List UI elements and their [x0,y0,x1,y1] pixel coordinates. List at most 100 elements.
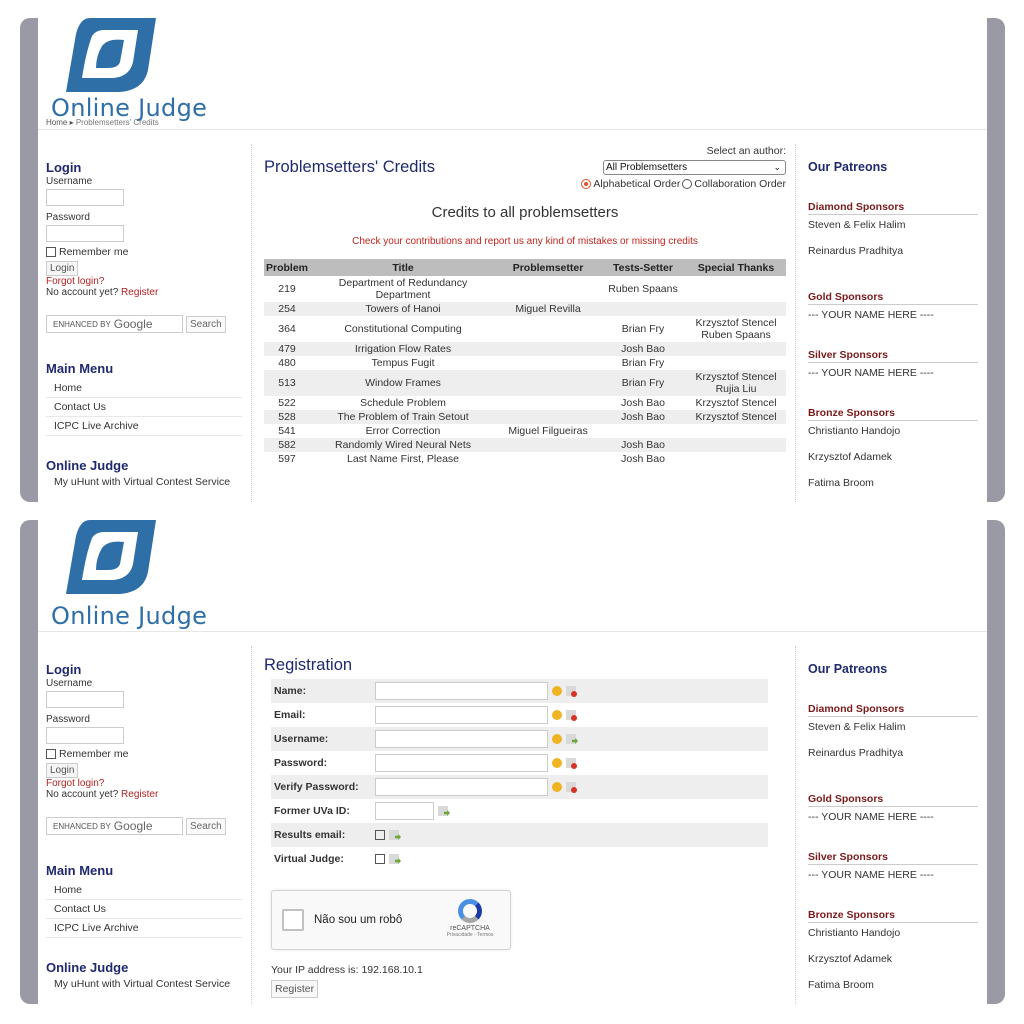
menu-item-uhunt[interactable]: My uHunt with Virtual Contest Service [46,473,242,491]
cell-problem: 513 [264,370,311,396]
status-ok-icon [566,734,576,744]
forgot-login-link[interactable]: Forgot login? [46,276,242,287]
field-label: Results email: [274,829,346,841]
google-search-input[interactable]: ENHANCED BY Google [46,817,183,835]
form-row: Name: [271,679,768,703]
help-icon[interactable] [552,782,562,792]
status-error-icon [566,710,577,721]
field-input[interactable] [375,730,548,748]
menu-item-icpc-live-archive[interactable]: ICPC Live Archive [46,417,242,436]
menu-item-icpc-live-archive[interactable]: ICPC Live Archive [46,919,242,938]
cell-title[interactable]: The Problem of Train Setout [310,410,497,424]
register-link[interactable]: Register [121,287,158,298]
google-search: ENHANCED BY Google Search [46,817,242,835]
field-input[interactable] [375,802,434,820]
gold-sponsors-heading: Gold Sponsors [808,291,978,305]
forgot-login-link[interactable]: Forgot login? [46,778,242,789]
field-checkbox[interactable] [375,830,385,840]
username-input[interactable] [46,691,124,708]
cell-problemsetter [496,452,600,466]
left-sidebar: Login Username Password Remember me Logi… [46,662,242,993]
search-button[interactable]: Search [186,315,226,333]
main-menu: Home Contact Us ICPC Live Archive [46,881,242,938]
username-input[interactable] [46,189,124,206]
cell-tests-setter: Josh Bao [600,438,687,452]
help-icon[interactable] [552,758,562,768]
gold-sponsors-heading: Gold Sponsors [808,793,978,807]
cell-title[interactable]: Department of Redundancy Department [310,276,496,302]
cell-problem: 364 [278,323,296,335]
cell-title[interactable]: Towers of Hanoi [310,302,497,316]
cell-title[interactable]: Schedule Problem [310,396,496,410]
alphabetical-order-label: Alphabetical Order [593,178,681,190]
no-account-text: No account yet? Register [46,287,242,298]
password-input[interactable] [46,727,124,744]
cell-title[interactable]: Last Name First, Please [310,452,496,466]
recaptcha-label: Não sou um robô [314,914,403,926]
search-button[interactable]: Search [186,817,226,835]
recaptcha-widget: Não sou um robô reCAPTCHA Privacidade - … [271,890,511,950]
table-row: 479 Irrigation Flow Rates Josh Bao [264,342,786,356]
author-select-label: Select an author: [706,145,786,157]
ip-address-text: Your IP address is: 192.168.10.1 [271,964,423,976]
login-button[interactable]: Login [46,763,79,778]
menu-item-contact-us[interactable]: Contact Us [46,398,242,417]
menu-item-uhunt[interactable]: My uHunt with Virtual Contest Service [46,975,242,993]
alphabetical-order-radio[interactable] [581,179,592,189]
credits-screen: Online Judge Home ▸ Problemsetters' Cred… [20,18,1005,502]
recaptcha-terms[interactable]: Privacidade - Termos [440,932,500,938]
google-search-input[interactable]: ENHANCED BY Google [46,315,183,333]
sponsor-name: --- YOUR NAME HERE ---- [808,869,934,881]
author-select[interactable]: All Problemsetters ⌄ [603,160,786,175]
cell-title[interactable]: Window Frames [310,370,497,396]
register-button[interactable]: Register [271,980,319,998]
cell-special-thanks: Krzysztof Stencel Ruben Spaans [695,317,777,341]
sponsor-name: Krzysztof Adamek [808,451,893,463]
collaboration-order-radio[interactable] [682,179,693,189]
password-input[interactable] [46,225,124,242]
breadcrumb-home[interactable]: Home [46,118,67,127]
field-input[interactable] [375,754,548,772]
cell-title[interactable]: Constitutional Computing [310,316,496,342]
remember-me[interactable]: Remember me [46,748,242,760]
cell-title[interactable]: Error Correction [310,424,496,438]
left-sidebar: Login Username Password Remember me Logi… [46,160,242,491]
recaptcha-checkbox[interactable] [282,909,304,931]
field-input[interactable] [375,778,548,796]
remember-checkbox[interactable] [46,749,56,759]
sponsor-name: --- YOUR NAME HERE ---- [808,367,934,379]
help-icon[interactable] [552,734,562,744]
field-input[interactable] [375,682,548,700]
table-row: 480 Tempus Fugit Brian Fry [264,356,786,370]
field-label: Email: [274,709,306,721]
divider-right [795,144,796,502]
registration-form: Name: Email: Username: Password: Verify Pass… [271,679,768,871]
login-button[interactable]: Login [46,261,79,276]
sponsor-name: Steven & Felix Halim [808,721,906,733]
help-icon[interactable] [552,686,562,696]
sponsor-name: Fatima Broom [808,477,874,489]
cell-title[interactable]: Irrigation Flow Rates [310,342,497,356]
right-sidebar: Our Patreons Diamond Sponsors Steven & F… [808,662,978,991]
cell-title[interactable]: Randomly Wired Neural Nets [310,438,497,452]
online-judge-logo-icon[interactable] [62,18,158,94]
cell-tests-setter: Brian Fry [621,323,665,335]
menu-item-home[interactable]: Home [46,881,242,900]
sponsor-name: Christianto Handojo [808,425,901,437]
credits-table: Problem Title Problemsetter Tests-Setter… [264,259,786,466]
menu-item-contact-us[interactable]: Contact Us [46,900,242,919]
field-checkbox[interactable] [375,854,385,864]
cell-problem: 597 [278,453,296,465]
register-link[interactable]: Register [121,789,158,800]
help-icon[interactable] [552,710,562,720]
remember-me[interactable]: Remember me [46,246,242,258]
table-row: 364 Constitutional Computing Brian Fry Krzy… [264,316,786,342]
remember-label: Remember me [59,748,129,760]
field-input[interactable] [375,706,548,724]
main-menu: Home Contact Us ICPC Live Archive [46,379,242,436]
cell-problemsetter: Miguel Revilla [496,302,601,316]
cell-title[interactable]: Tempus Fugit [310,356,496,370]
online-judge-logo-icon[interactable] [62,520,158,596]
remember-checkbox[interactable] [46,247,56,257]
menu-item-home[interactable]: Home [46,379,242,398]
